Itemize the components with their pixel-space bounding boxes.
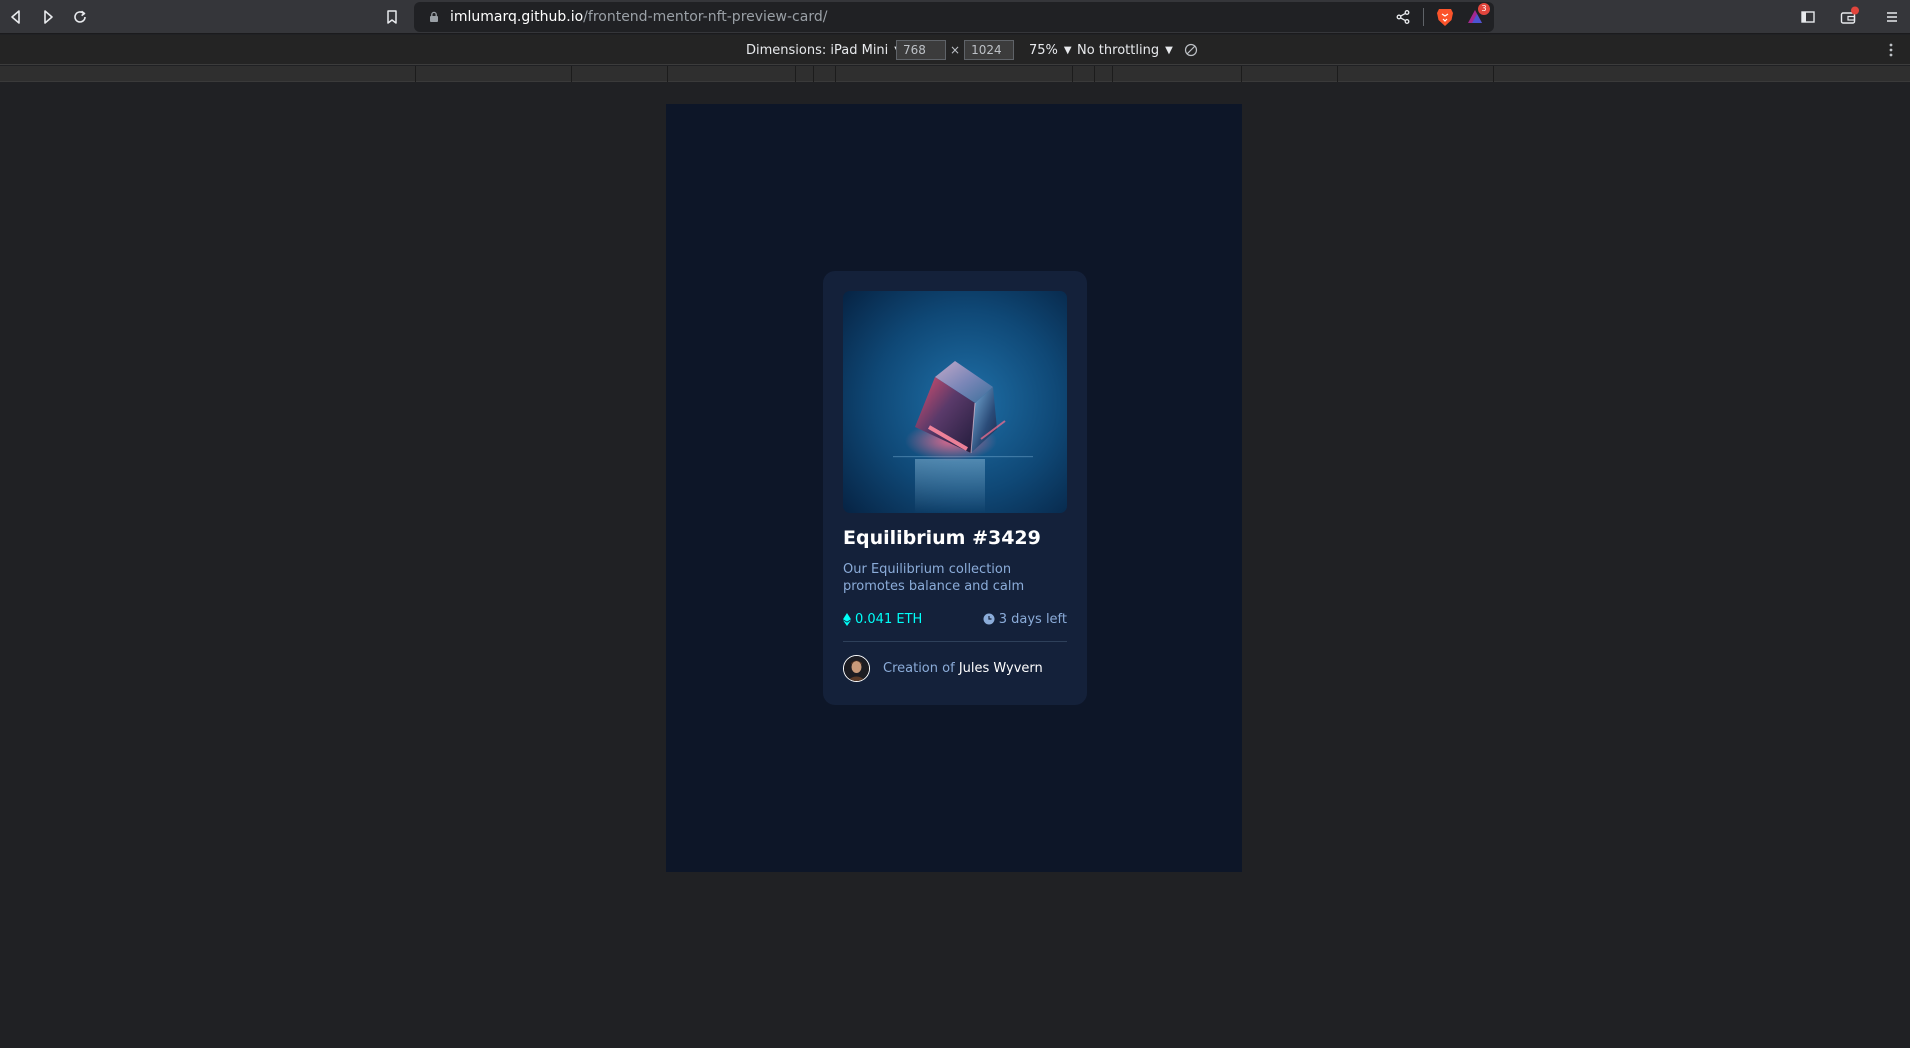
divider (843, 641, 1067, 642)
chevron-down-icon: ▼ (1063, 44, 1072, 56)
ruler-tick (835, 66, 836, 82)
creation-prefix: Creation of (883, 660, 959, 676)
address-bar-separator (1423, 8, 1424, 26)
avatar (843, 654, 870, 682)
ruler-tick (415, 66, 416, 82)
rewards-badge: 3 (1478, 3, 1490, 15)
ruler-tick (571, 66, 572, 82)
device-toolbar: Dimensions: iPad Mini ▼ 768 × 1024 75% ▼… (0, 35, 1910, 65)
wallet-icon (1840, 6, 1859, 24)
ruler-tick (1072, 66, 1073, 82)
media-query-ruler[interactable] (0, 66, 1910, 82)
menu-icon (1887, 12, 1897, 22)
rotate-button[interactable] (1184, 35, 1198, 65)
sidebar-toggle-icon (1801, 11, 1815, 23)
device-size-inputs: 768 × 1024 (896, 35, 1015, 65)
throttling-dropdown[interactable]: No throttling ▼ (1077, 35, 1173, 65)
time-left-value: 3 days left (998, 611, 1067, 627)
back-button[interactable] (4, 5, 28, 29)
device-dimensions-dropdown[interactable]: Dimensions: iPad Mini ▼ (746, 35, 902, 65)
main-menu-button[interactable] (1880, 5, 1904, 29)
nft-description: Our Equilibrium collection promotes bala… (843, 562, 1025, 594)
lock-icon (430, 11, 438, 22)
chevron-down-icon: ▼ (1165, 44, 1173, 56)
width-input[interactable]: 768 (896, 40, 946, 60)
ruler-tick (1337, 66, 1338, 82)
more-vertical-icon (1889, 43, 1893, 57)
ruler-tick (1112, 66, 1113, 82)
device-dimensions-label: Dimensions: iPad Mini (746, 42, 889, 58)
ruler-tick (813, 66, 814, 82)
browser-toolbar: imlumarq.github.io/frontend-mentor-nft-p… (0, 0, 1910, 34)
sidebar-toggle-button[interactable] (1796, 5, 1820, 29)
clock-icon (983, 613, 995, 625)
ruler-tick (1493, 66, 1494, 82)
device-viewport: Equilibrium #3429 Our Equilibrium collec… (666, 104, 1242, 872)
device-toolbar-more-button[interactable] (1888, 35, 1894, 65)
back-arrow-icon (11, 10, 20, 24)
bookmark-icon (387, 10, 397, 24)
creator-name-link[interactable]: Jules Wyvern (959, 661, 1043, 676)
address-bar[interactable]: imlumarq.github.io/frontend-mentor-nft-p… (414, 2, 1494, 32)
url-path: /frontend-mentor-nft-preview-card/ (583, 9, 828, 25)
price: 0.041 ETH (843, 612, 922, 627)
wallet-button[interactable] (1836, 5, 1860, 29)
equilibrium-cube-image (843, 291, 1067, 513)
url-text: imlumarq.github.io/frontend-mentor-nft-p… (450, 9, 827, 25)
nft-image[interactable] (843, 291, 1067, 513)
throttling-label: No throttling (1077, 42, 1160, 58)
ruler-tick (1241, 66, 1242, 82)
nft-title[interactable]: Equilibrium #3429 (843, 527, 1067, 549)
avatar-image (844, 655, 869, 681)
bookmark-button[interactable] (380, 5, 404, 29)
zoom-dropdown[interactable]: 75% ▼ (1029, 35, 1072, 65)
nft-card: Equilibrium #3429 Our Equilibrium collec… (823, 271, 1087, 705)
height-input[interactable]: 1024 (964, 40, 1015, 60)
zoom-label: 75% (1029, 42, 1058, 58)
time-left: 3 days left (983, 612, 1067, 627)
brave-lion-icon[interactable] (1436, 7, 1454, 27)
ruler-tick (795, 66, 796, 82)
brave-rewards-button[interactable]: 3 (1466, 3, 1490, 27)
forward-arrow-icon (44, 10, 53, 24)
url-host: imlumarq.github.io (450, 9, 584, 25)
ethereum-icon (843, 612, 851, 626)
ruler-tick (1094, 66, 1095, 82)
price-value: 0.041 ETH (855, 611, 923, 627)
nft-meta-row: 0.041 ETH 3 days left (843, 609, 1067, 629)
address-bar-actions: 3 (1395, 3, 1490, 28)
reload-icon (74, 10, 86, 23)
forward-button[interactable] (36, 5, 60, 29)
share-icon[interactable] (1395, 9, 1411, 25)
reload-button[interactable] (68, 5, 92, 29)
times-sign: × (950, 43, 961, 57)
creator-row: Creation of Jules Wyvern (843, 654, 1067, 682)
ruler-tick (667, 66, 668, 82)
rotate-icon (1184, 43, 1198, 57)
